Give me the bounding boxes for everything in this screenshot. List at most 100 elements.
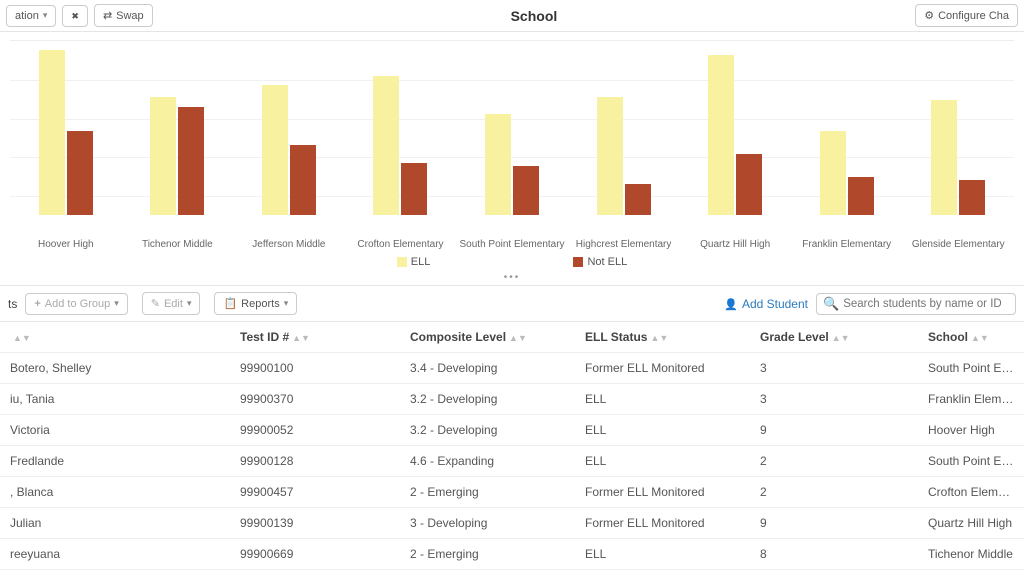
bar-ell[interactable] bbox=[262, 85, 288, 216]
cell-name: Victoria bbox=[0, 415, 230, 446]
table-row[interactable]: Victoria999000523.2 - DevelopingELL9Hoov… bbox=[0, 415, 1024, 446]
col-composite[interactable]: Composite Level▲▼ bbox=[400, 322, 575, 353]
cell-ell: ELL bbox=[575, 539, 750, 570]
cell-name: , Blanca bbox=[0, 477, 230, 508]
cell-ell: ELL bbox=[575, 446, 750, 477]
col-name[interactable]: ▲▼ bbox=[0, 322, 230, 353]
cell-ell: Former ELL Monitored bbox=[575, 353, 750, 384]
person-plus-icon bbox=[724, 297, 738, 311]
col-ell-status[interactable]: ELL Status▲▼ bbox=[575, 322, 750, 353]
col-grade[interactable]: Grade Level▲▼ bbox=[750, 322, 918, 353]
bar-not-ell[interactable] bbox=[67, 131, 93, 215]
bar-ell[interactable] bbox=[820, 131, 846, 215]
swap-button[interactable]: Swap bbox=[94, 4, 153, 27]
col-test-id[interactable]: Test ID #▲▼ bbox=[230, 322, 400, 353]
plus-icon bbox=[34, 298, 40, 310]
bar-ell[interactable] bbox=[150, 97, 176, 215]
table-row[interactable]: Julian999001393 - DevelopingFormer ELL M… bbox=[0, 508, 1024, 539]
bar-ell[interactable] bbox=[39, 50, 65, 215]
legend-label-ell: ELL bbox=[411, 256, 431, 268]
swap-icon bbox=[103, 9, 112, 22]
cell-id: 99900457 bbox=[230, 477, 400, 508]
bar-ell[interactable] bbox=[485, 114, 511, 215]
aggregation-dropdown[interactable]: ation bbox=[6, 5, 56, 27]
add-to-group-button[interactable]: Add to Group bbox=[25, 293, 127, 315]
bar-ell[interactable] bbox=[373, 76, 399, 215]
x-tick-label: Franklin Elementary bbox=[791, 235, 903, 250]
configure-chart-button[interactable]: Configure Cha bbox=[915, 4, 1018, 27]
sort-icon: ▲▼ bbox=[13, 333, 31, 343]
students-table: ▲▼ Test ID #▲▼ Composite Level▲▼ ELL Sta… bbox=[0, 322, 1024, 570]
bar-not-ell[interactable] bbox=[290, 145, 316, 215]
chart-title: School bbox=[153, 8, 916, 24]
search-icon: 🔍 bbox=[823, 296, 839, 312]
cell-grade: 8 bbox=[750, 539, 918, 570]
cell-school: Quartz Hill High bbox=[918, 508, 1024, 539]
bar-chart bbox=[10, 40, 1014, 235]
table-header-row: ▲▼ Test ID #▲▼ Composite Level▲▼ ELL Sta… bbox=[0, 322, 1024, 353]
cell-ell: Former ELL Monitored bbox=[575, 508, 750, 539]
legend-label-not-ell: Not ELL bbox=[587, 256, 627, 268]
reports-icon bbox=[223, 297, 237, 310]
bar-not-ell[interactable] bbox=[848, 177, 874, 215]
bar-not-ell[interactable] bbox=[736, 154, 762, 215]
search-box[interactable]: 🔍 bbox=[816, 293, 1016, 315]
add-student-link[interactable]: Add Student bbox=[724, 297, 808, 311]
close-icon bbox=[71, 10, 79, 22]
cut-label: ts bbox=[8, 297, 17, 311]
cell-comp: 3.4 - Developing bbox=[400, 353, 575, 384]
bar-not-ell[interactable] bbox=[625, 184, 651, 215]
table-row[interactable]: iu, Tania999003703.2 - DevelopingELL3Fra… bbox=[0, 384, 1024, 415]
table-row[interactable]: Fredlande999001284.6 - ExpandingELL2Sout… bbox=[0, 446, 1024, 477]
cell-ell: ELL bbox=[575, 384, 750, 415]
table-toolbar: ts Add to Group Edit Reports Add Student… bbox=[0, 285, 1024, 322]
col-school[interactable]: School▲▼ bbox=[918, 322, 1024, 353]
bar-group bbox=[345, 41, 457, 215]
reports-button[interactable]: Reports bbox=[214, 292, 297, 315]
resize-handle[interactable]: ••• bbox=[10, 270, 1014, 285]
bar-ell[interactable] bbox=[597, 97, 623, 215]
x-tick-label: Glenside Elementary bbox=[903, 235, 1015, 250]
bar-not-ell[interactable] bbox=[513, 166, 539, 215]
bar-not-ell[interactable] bbox=[959, 180, 985, 215]
cell-comp: 3.2 - Developing bbox=[400, 384, 575, 415]
table-row[interactable]: Botero, Shelley999001003.4 - DevelopingF… bbox=[0, 353, 1024, 384]
cell-id: 99900128 bbox=[230, 446, 400, 477]
cell-grade: 2 bbox=[750, 477, 918, 508]
cell-comp: 2 - Emerging bbox=[400, 539, 575, 570]
clear-button[interactable] bbox=[62, 5, 88, 27]
chart-legend: ELL Not ELL bbox=[10, 250, 1014, 270]
chart-toolbar: ation Swap School Configure Cha bbox=[0, 0, 1024, 32]
bar-ell[interactable] bbox=[931, 100, 957, 215]
cell-grade: 3 bbox=[750, 384, 918, 415]
cell-ell: Former ELL Monitored bbox=[575, 477, 750, 508]
sort-icon: ▲▼ bbox=[832, 333, 850, 343]
sort-icon: ▲▼ bbox=[509, 333, 527, 343]
table-row[interactable]: , Blanca999004572 - EmergingFormer ELL M… bbox=[0, 477, 1024, 508]
cell-id: 99900370 bbox=[230, 384, 400, 415]
search-input[interactable] bbox=[843, 298, 1009, 310]
cell-id: 99900669 bbox=[230, 539, 400, 570]
cell-school: Tichenor Middle bbox=[918, 539, 1024, 570]
table-row[interactable]: reeyuana999006692 - EmergingELL8Tichenor… bbox=[0, 539, 1024, 570]
chart-area: Hoover HighTichenor MiddleJefferson Midd… bbox=[0, 32, 1024, 285]
bar-ell[interactable] bbox=[708, 55, 734, 215]
legend-swatch-not-ell bbox=[573, 257, 583, 267]
x-tick-label: Jefferson Middle bbox=[233, 235, 345, 250]
cell-name: iu, Tania bbox=[0, 384, 230, 415]
cell-school: South Point Elementa bbox=[918, 353, 1024, 384]
cell-name: Fredlande bbox=[0, 446, 230, 477]
bar-group bbox=[233, 41, 345, 215]
bar-not-ell[interactable] bbox=[178, 107, 204, 215]
cell-id: 99900052 bbox=[230, 415, 400, 446]
cell-grade: 9 bbox=[750, 508, 918, 539]
bar-not-ell[interactable] bbox=[401, 163, 427, 215]
cell-grade: 9 bbox=[750, 415, 918, 446]
cell-ell: ELL bbox=[575, 415, 750, 446]
x-tick-label: Crofton Elementary bbox=[345, 235, 457, 250]
x-axis-labels: Hoover HighTichenor MiddleJefferson Midd… bbox=[10, 235, 1014, 250]
edit-button[interactable]: Edit bbox=[142, 292, 201, 315]
x-tick-label: Hoover High bbox=[10, 235, 122, 250]
cell-comp: 4.6 - Expanding bbox=[400, 446, 575, 477]
cell-comp: 2 - Emerging bbox=[400, 477, 575, 508]
